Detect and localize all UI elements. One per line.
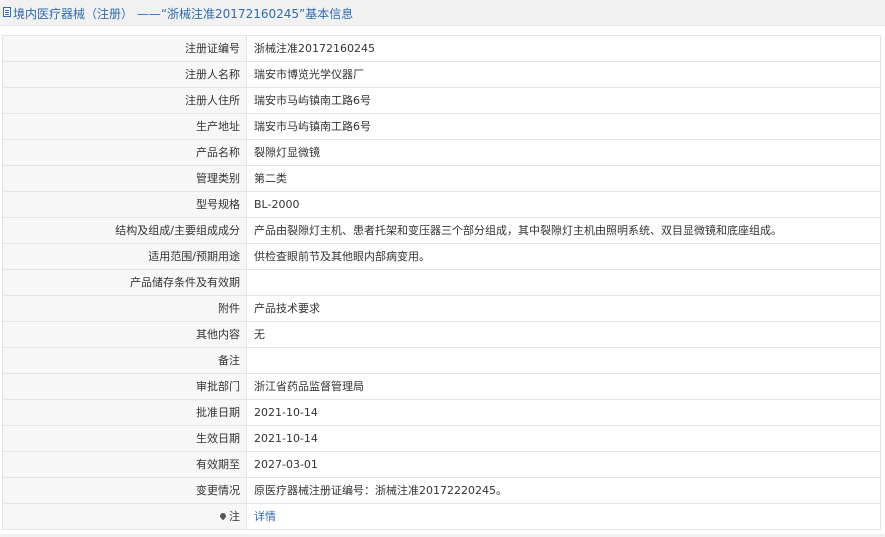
table-row: 结构及组成/主要组成成分 产品由裂隙灯主机、患者托架和变压器三个部分组成，其中裂… (2, 217, 881, 244)
row-value: 2021-10-14 (246, 399, 881, 426)
device-info-table: 注册证编号 浙械注准20172160245 注册人名称 瑞安市博览光学仪器厂 注… (2, 35, 881, 530)
row-value: 瑞安市马屿镇南工路6号 (246, 113, 881, 140)
row-value: 供检查眼前节及其他眼内部病变用。 (246, 243, 881, 270)
table-row: 附件 产品技术要求 (2, 295, 881, 322)
note-label-cell: 注 (2, 503, 247, 530)
row-label: 产品名称 (2, 139, 247, 166)
row-value: 瑞安市博览光学仪器厂 (246, 61, 881, 88)
pin-icon (218, 511, 228, 521)
table-row: 有效期至 2027-03-01 (2, 451, 881, 478)
table-row: 批准日期 2021-10-14 (2, 399, 881, 426)
row-label: 附件 (2, 295, 247, 322)
table-row: 审批部门 浙江省药品监督管理局 (2, 373, 881, 400)
row-label: 生产地址 (2, 113, 247, 140)
row-value: 产品由裂隙灯主机、患者托架和变压器三个部分组成，其中裂隙灯主机由照明系统、双目显… (246, 217, 881, 244)
row-label: 型号规格 (2, 191, 247, 218)
table-row: 注册人住所 瑞安市马屿镇南工路6号 (2, 87, 881, 114)
row-label: 注册人住所 (2, 87, 247, 114)
row-label: 批准日期 (2, 399, 247, 426)
table-row: 适用范围/预期用途 供检查眼前节及其他眼内部病变用。 (2, 243, 881, 270)
table-row: 生效日期 2021-10-14 (2, 425, 881, 452)
row-value: 瑞安市马屿镇南工路6号 (246, 87, 881, 114)
row-value: 第二类 (246, 165, 881, 192)
document-icon (3, 7, 11, 17)
row-label: 审批部门 (2, 373, 247, 400)
note-row: 注 详情 (2, 503, 881, 530)
row-value: 原医疗器械注册证编号：浙械注准20172220245。 (246, 477, 881, 504)
table-row: 注册人名称 瑞安市博览光学仪器厂 (2, 61, 881, 88)
row-label: 其他内容 (2, 321, 247, 348)
row-label: 结构及组成/主要组成成分 (2, 217, 247, 244)
row-value: 2021-10-14 (246, 425, 881, 452)
row-label: 注册人名称 (2, 61, 247, 88)
row-label: 管理类别 (2, 165, 247, 192)
row-value: 产品技术要求 (246, 295, 881, 322)
row-label: 生效日期 (2, 425, 247, 452)
row-label: 适用范围/预期用途 (2, 243, 247, 270)
table-row: 管理类别 第二类 (2, 165, 881, 192)
row-value: 无 (246, 321, 881, 348)
table-row: 生产地址 瑞安市马屿镇南工路6号 (2, 113, 881, 140)
table-row: 产品名称 裂隙灯显微镜 (2, 139, 881, 166)
table-row: 变更情况 原医疗器械注册证编号：浙械注准20172220245。 (2, 477, 881, 504)
details-link[interactable]: 详情 (254, 510, 276, 523)
row-label: 注册证编号 (2, 35, 247, 62)
row-value: 裂隙灯显微镜 (246, 139, 881, 166)
table-row: 备注 (2, 347, 881, 374)
row-value: 2027-03-01 (246, 451, 881, 478)
note-label: 注 (229, 510, 240, 523)
row-value (246, 347, 881, 374)
table-row: 产品储存条件及有效期 (2, 269, 881, 296)
row-value: BL-2000 (246, 191, 881, 218)
row-value (246, 269, 881, 296)
row-value: 浙械注准20172160245 (246, 35, 881, 62)
page-header: 境内医疗器械（注册） ——“浙械注准20172160245”基本信息 (0, 0, 885, 26)
table-row: 其他内容 无 (2, 321, 881, 348)
table-row: 型号规格 BL-2000 (2, 191, 881, 218)
row-label: 有效期至 (2, 451, 247, 478)
row-label: 产品储存条件及有效期 (2, 269, 247, 296)
row-label: 备注 (2, 347, 247, 374)
row-label: 变更情况 (2, 477, 247, 504)
page-title: 境内医疗器械（注册） ——“浙械注准20172160245”基本信息 (13, 7, 354, 21)
note-value-cell: 详情 (246, 503, 881, 530)
table-row: 注册证编号 浙械注准20172160245 (2, 35, 881, 62)
row-value: 浙江省药品监督管理局 (246, 373, 881, 400)
